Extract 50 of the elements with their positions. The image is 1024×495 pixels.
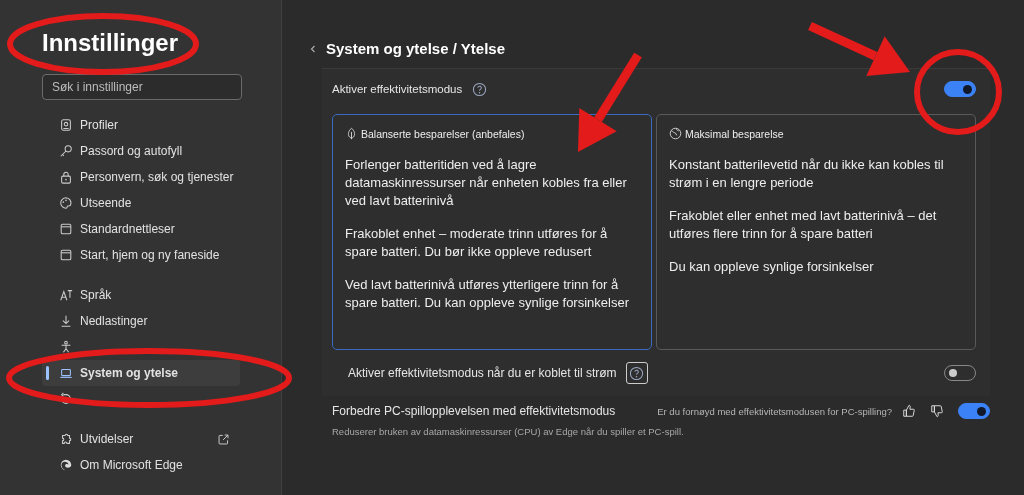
toggle-switch[interactable] [944, 81, 976, 97]
sidebar-item[interactable]: Utvidelser [42, 426, 240, 452]
back-chevron-icon[interactable] [308, 44, 318, 54]
option-description: Frakoblet enhet – moderate trinn utføres for å spare batteri. Du bør ikke oppleve redusert [345, 225, 609, 261]
sidebar-item[interactable]: Profiler [42, 112, 240, 138]
laptop-icon [59, 366, 73, 380]
feedback-question: Er du fornøyd med effektivitetsmodusen for PC-spilling? [657, 405, 892, 417]
sidebar-item[interactable]: Start, hjem og ny faneside [42, 242, 240, 268]
sidebar-item[interactable]: Standardnettleser [42, 216, 240, 242]
browser-window-icon [59, 248, 73, 262]
sidebar-item[interactable]: Utseende [42, 190, 240, 216]
search-field[interactable]: Søk i innstillinger [42, 74, 242, 100]
leaf-icon [345, 127, 358, 140]
language-icon [59, 288, 73, 302]
lock-icon [59, 170, 73, 184]
download-icon [59, 314, 73, 328]
option-title: Maksimal besparelse [685, 127, 784, 140]
option-description: Frakoblet eller enhet med lavt batterinivå – det utføres flere trinn for å spare batteri [669, 207, 938, 243]
setting-description: Reduserer bruken av datamaskinressurser (CPU) av Edge når du spiller et PC-spill. [332, 426, 685, 437]
help-button[interactable] [625, 362, 648, 384]
option-title: Balanserte besparelser (anbefales) [361, 127, 525, 140]
sidebar-item[interactable]: Passord og autofyll [42, 138, 240, 164]
option-description: Konstant batterilevetid når du ikke kan kobles til strøm i en lengre periode [669, 156, 945, 192]
setting-label: Forbedre PC-spillopplevelsen med effektivitetsmodus [332, 404, 616, 418]
thumbs-down-icon[interactable] [930, 404, 944, 418]
option-card[interactable] [332, 114, 652, 350]
reset-icon [59, 392, 73, 406]
option-description: Ved lavt batterinivå utføres ytterligere trinn for å spare batteri. Du kan oppleve synlige forsinkelser [345, 276, 630, 312]
key-icon [59, 144, 73, 158]
palette-icon [59, 196, 73, 210]
option-card[interactable] [656, 114, 976, 350]
sidebar-item[interactable]: Nedlastinger [42, 308, 240, 334]
settings-title: Innstillinger [42, 28, 179, 58]
sidebar-item[interactable]: Personvern, søk og tjenester [42, 164, 240, 190]
help-icon[interactable] [472, 81, 488, 97]
toggle-switch[interactable] [958, 403, 990, 419]
option-description: Forlenger batteritiden ved å lagre datamaskinressurser når enheten kobles fra eller ved lavt batterinivå [345, 156, 628, 210]
thumbs-up-icon[interactable] [902, 404, 916, 418]
setting-label: Aktiver effektivitetsmodus når du er koblet til strøm [348, 366, 617, 380]
edge-logo-icon [59, 458, 73, 472]
sidebar-item[interactable]: Om Microsoft Edge [42, 452, 240, 478]
puzzle-icon [59, 432, 73, 446]
profile-icon [59, 118, 73, 132]
page-heading: System og ytelse / Ytelse [326, 39, 505, 59]
sidebar-item[interactable]: Språk [42, 282, 240, 308]
accessibility-icon [59, 340, 73, 354]
browser-window-icon [59, 222, 73, 236]
setting-label: Aktiver effektivitetsmodus [332, 83, 463, 95]
sidebar-item[interactable]: System og ytelse [42, 360, 240, 386]
option-description: Du kan oppleve synlige forsinkelser [669, 258, 875, 276]
